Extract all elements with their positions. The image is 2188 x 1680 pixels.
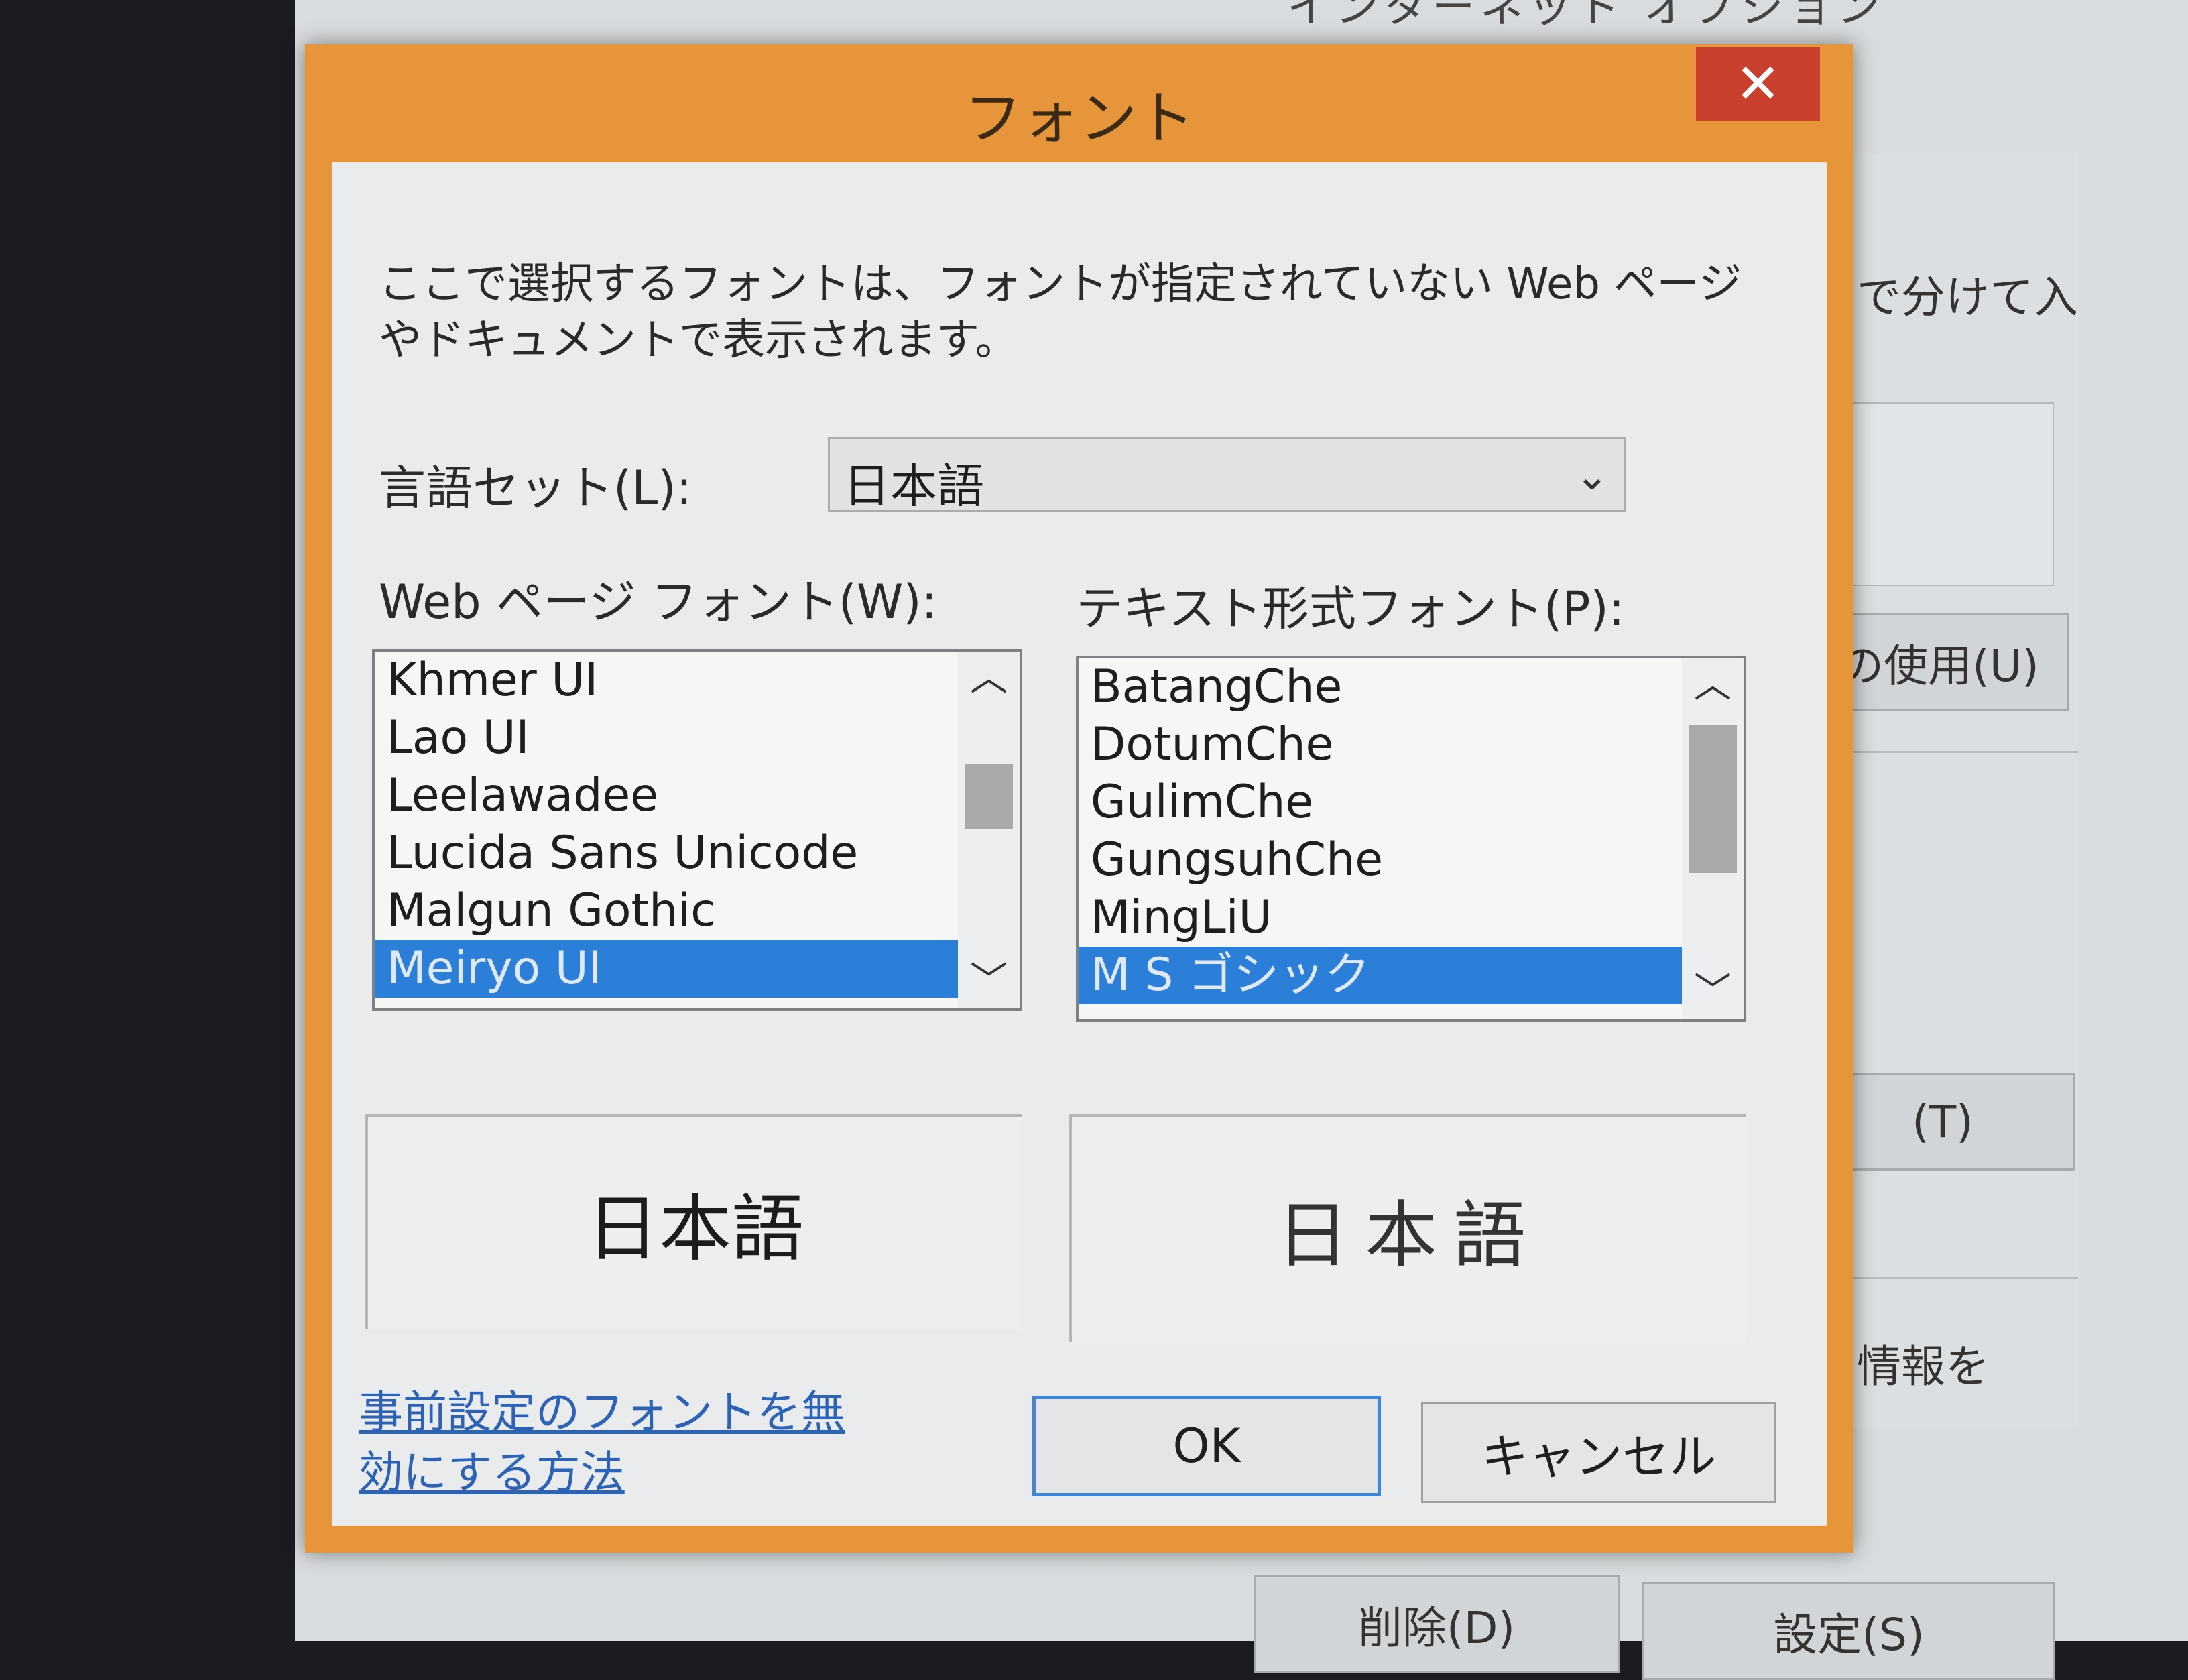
font-dialog: フォント ✕ ここで選択するフォントは、フォントが指定されていない Web ペー… — [305, 44, 1853, 1553]
list-item-selected[interactable]: Meiryo UI — [375, 940, 958, 998]
list-item[interactable]: Lao UI — [375, 709, 1020, 767]
list-item[interactable]: GungsuhChe — [1079, 831, 1744, 889]
text-font-preview: 日本語 — [1069, 1114, 1746, 1342]
delete-button[interactable]: 削除(D) — [1254, 1575, 1620, 1673]
web-font-label: Web ページ フォント(W): — [379, 575, 938, 629]
close-button[interactable]: ✕ — [1696, 47, 1820, 121]
language-set-value: 日本語 — [843, 459, 984, 514]
dialog-title: フォント — [964, 85, 1195, 152]
close-icon: ✕ — [1735, 52, 1781, 116]
chevron-up-icon[interactable]: ︿ — [958, 652, 1020, 705]
scroll-thumb[interactable] — [1689, 725, 1737, 873]
text-font-preview-text: 日本語 — [1276, 1194, 1542, 1278]
background-label-4: 情報を — [1857, 1341, 1990, 1392]
background-label-1: で分けて入 — [1857, 272, 2078, 323]
list-item[interactable]: Leelawadee — [375, 767, 1020, 825]
language-set-dropdown[interactable]: 日本語 ⌄ — [828, 437, 1626, 514]
list-item-selected[interactable]: M S ゴシック — [1079, 947, 1682, 1004]
list-item[interactable]: Malgun Gothic — [375, 882, 1020, 940]
language-set-label: 言語セット(L): — [379, 461, 692, 516]
background-window-title: インターネット オプション — [1287, 0, 1886, 33]
dialog-client-area: ここで選択するフォントは、フォントが指定されていない Web ページやドキュメン… — [332, 162, 1827, 1526]
disable-preset-fonts-link[interactable]: 事前設定のフォントを無効にする方法 — [359, 1382, 882, 1503]
cancel-button[interactable]: キャンセル — [1421, 1402, 1776, 1503]
web-font-scrollbar[interactable]: ︿ ﹀ — [958, 652, 1020, 1008]
web-font-list[interactable]: Khmer UI Lao UI Leelawadee Lucida Sans U… — [372, 649, 1022, 1011]
web-font-preview: 日本語 — [365, 1114, 1022, 1329]
list-item[interactable]: DotumChe — [1079, 716, 1744, 774]
text-font-list[interactable]: BatangChe DotumChe GulimChe GungsuhChe M… — [1076, 656, 1746, 1022]
ok-button[interactable]: OK — [1032, 1396, 1381, 1496]
list-item[interactable]: GulimChe — [1079, 774, 1744, 831]
chevron-up-icon[interactable]: ︿ — [1682, 658, 1744, 712]
scroll-thumb[interactable] — [965, 764, 1013, 829]
web-font-preview-text: 日本語 — [586, 1187, 804, 1271]
list-item[interactable]: Lucida Sans Unicode — [375, 825, 1020, 882]
settings-button[interactable]: 設定(S) — [1642, 1582, 2055, 1680]
web-font-items: Khmer UI Lao UI Leelawadee Lucida Sans U… — [375, 652, 1020, 998]
text-font-items: BatangChe DotumChe GulimChe GungsuhChe M… — [1079, 658, 1744, 1004]
chevron-down-icon[interactable]: ﹀ — [958, 955, 1020, 1008]
chevron-down-icon: ⌄ — [1575, 453, 1609, 499]
list-item[interactable]: MingLiU — [1079, 889, 1744, 947]
text-font-scrollbar[interactable]: ︿ ﹀ — [1682, 658, 1744, 1019]
dialog-description: ここで選択するフォントは、フォントが指定されていない Web ページやドキュメン… — [379, 259, 1742, 365]
text-font-label: テキスト形式フォント(P): — [1076, 581, 1625, 636]
list-item[interactable]: BatangChe — [1079, 658, 1744, 716]
chevron-down-icon[interactable]: ﹀ — [1682, 965, 1744, 1019]
list-item[interactable]: Khmer UI — [375, 652, 1020, 709]
